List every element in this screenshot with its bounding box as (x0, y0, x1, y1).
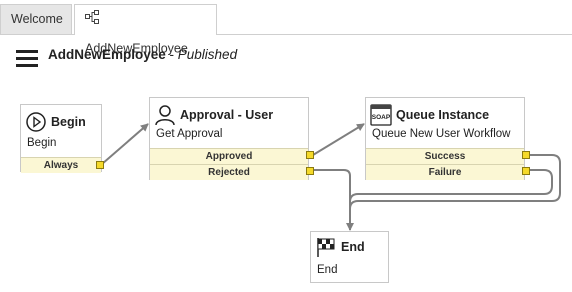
node-begin-title: Begin (51, 115, 86, 129)
play-icon (25, 111, 47, 140)
port-label-failure: Failure (428, 167, 462, 178)
port-row-rejected: Rejected (150, 164, 308, 180)
node-end[interactable]: End End (310, 231, 389, 283)
node-approval-subtitle: Get Approval (156, 128, 223, 140)
tab-bar: Welcome AddNewEmployee (0, 0, 572, 55)
node-approval-title: Approval - User (180, 108, 274, 122)
port-approved[interactable] (306, 151, 314, 159)
soap-icon-text: SOAP (372, 114, 391, 121)
port-label-rejected: Rejected (208, 167, 250, 178)
port-failure[interactable] (522, 167, 530, 175)
connector-rejected-to-end (313, 169, 354, 231)
connector-always-to-approval (101, 123, 149, 165)
port-row-always: Always (21, 157, 101, 173)
port-row-approved: Approved (150, 148, 308, 164)
hamburger-menu-icon[interactable] (16, 50, 38, 68)
port-label-approved: Approved (205, 151, 253, 162)
node-end-title: End (341, 240, 365, 254)
node-queue-title: Queue Instance (396, 108, 490, 122)
tab-add-new-employee[interactable]: AddNewEmployee (74, 4, 217, 55)
port-success[interactable] (522, 151, 530, 159)
node-approval-user[interactable]: Approval - User Get Approval Approved Re… (149, 97, 314, 180)
port-label-success: Success (424, 151, 466, 162)
port-row-failure: Failure (366, 164, 524, 180)
workflow-header: AddNewEmployee - Published (0, 35, 572, 79)
port-label-always: Always (43, 160, 79, 171)
workflow-icon (85, 6, 99, 34)
port-row-success: Success (366, 148, 524, 164)
node-begin-subtitle: Begin (27, 137, 57, 149)
workflow-status: Published (177, 47, 238, 62)
port-always[interactable] (96, 161, 104, 169)
node-begin[interactable]: Begin Begin Always (20, 104, 104, 173)
connector-approved-to-queue (312, 123, 365, 156)
port-rejected[interactable] (306, 167, 314, 175)
title-separator: - (165, 47, 178, 62)
tab-welcome-label: Welcome (11, 12, 63, 26)
workflow-name: AddNewEmployee (48, 47, 166, 62)
tab-welcome[interactable]: Welcome (0, 4, 72, 34)
node-queue-instance[interactable]: SOAP Queue Instance Queue New User Workf… (365, 97, 530, 180)
checkered-flag-icon (315, 236, 337, 265)
node-end-subtitle: End (317, 264, 338, 276)
node-queue-subtitle: Queue New User Workflow (372, 128, 511, 140)
page-title: AddNewEmployee - Published (48, 47, 237, 62)
